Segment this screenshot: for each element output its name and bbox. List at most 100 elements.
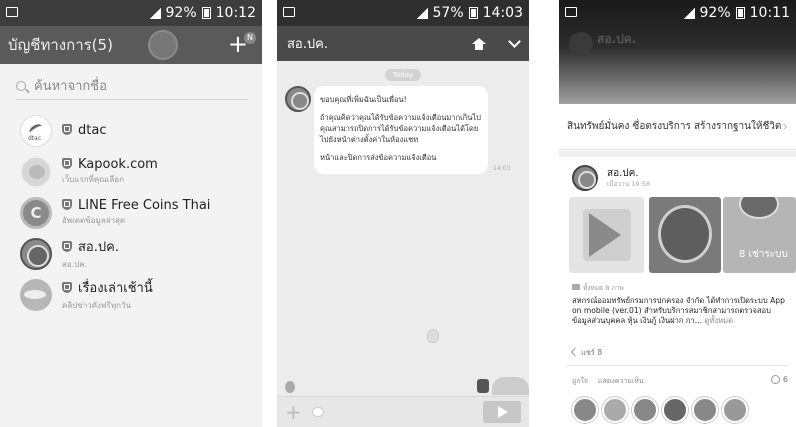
post-actions: ถูกใจ แสดงความเห็น [572, 376, 644, 387]
home-icon[interactable] [472, 37, 486, 50]
account-desc: สอ.ปค. [62, 260, 88, 269]
date-divider: Today [385, 69, 421, 81]
list-item[interactable]: Kapook.com เว็บแรกที่คุณเลือก [0, 151, 262, 192]
smile-icon [770, 375, 780, 384]
app-header: บัญชีทางการ(5) + N [0, 26, 262, 64]
list-item[interactable]: LINE Free Coins Thai อัพเดตข้อมูลล่าสุด [0, 192, 262, 233]
battery-percent: 92% [165, 5, 197, 21]
signal-icon [415, 7, 428, 19]
gallery-icon [6, 7, 18, 17]
like-button[interactable]: ถูกใจ [572, 376, 588, 387]
avatar[interactable] [572, 397, 598, 423]
avatar[interactable] [692, 397, 718, 423]
thumbnail-text: 8 เช่าระบบ [739, 249, 788, 260]
avatar [20, 155, 52, 188]
message-composer[interactable]: + [277, 396, 529, 427]
account-name: LINE Free Coins Thai [78, 198, 211, 213]
author-avatar[interactable] [572, 165, 598, 191]
post-body: สหกรณ์ออมทรัพย์กรมการปกครอง จำกัด ได้ทำก… [572, 296, 790, 326]
avatar[interactable] [662, 397, 688, 423]
camera-icon [572, 284, 580, 290]
message-line: ขอบคุณที่เพิ่มฉันเป็นเพื่อน! [320, 95, 407, 104]
search-icon [16, 80, 26, 91]
seal-emblem [658, 205, 712, 263]
account-list: dtac Kapook.com เว็บแรกที่คุณเลือก LINE F… [0, 110, 262, 315]
message-line: หน้าและปิดการส่งข้อความแจ้งเตือน [320, 153, 437, 162]
photo-thumbnail[interactable] [649, 197, 721, 273]
account-name: เรื่องเล่าเช้านี้ [78, 281, 153, 296]
chevron-right-icon: › [782, 118, 788, 135]
message-time: 14:03 [493, 165, 511, 172]
timeline-post: สอ.ปค. เมื่อวาน 19:58 8 เช่าระบบ ทั้งหมด… [559, 157, 796, 427]
add-icon[interactable]: + [285, 402, 302, 422]
see-all-link[interactable]: ดูทั้งหมด [704, 316, 733, 325]
signal-icon [148, 7, 161, 19]
account-name: Kapook.com [78, 157, 158, 172]
avatar[interactable] [722, 397, 748, 423]
avatar [20, 114, 52, 147]
clock: 10:12 [215, 5, 256, 21]
comment-button[interactable]: แสดงความเห็น [598, 376, 644, 387]
avatar[interactable] [632, 397, 658, 423]
send-button[interactable] [483, 401, 521, 423]
profile-avatar[interactable] [148, 30, 178, 60]
battery-icon [201, 7, 211, 19]
post-time: เมื่อวาน 19:58 [607, 180, 650, 188]
message-line: ถ้าคุณคิดว่าคุณได้รับข้อความแจ้งเตือนมาก… [320, 113, 481, 144]
sender-avatar[interactable] [285, 86, 311, 112]
avatar[interactable] [602, 397, 628, 423]
search-placeholder: ค้นหาจากชื่อ [34, 79, 107, 94]
chat-area[interactable]: Today ขอบคุณที่เพิ่มฉันเป็นเพื่อน! ถ้าคุ… [277, 61, 529, 396]
chevron-down-icon[interactable] [508, 34, 521, 48]
list-item[interactable]: สอ.ปค. สอ.ปค. [0, 233, 262, 274]
gallery-icon [283, 7, 295, 17]
official-shield-icon [62, 158, 72, 169]
photo-grid: 8 เช่าระบบ [569, 197, 796, 273]
message-bubble[interactable]: ขอบคุณที่เพิ่มฉันเป็นเพื่อน! ถ้าคุณคิดว่… [314, 86, 488, 174]
photo-count[interactable]: ทั้งหมด 8 ภาพ [572, 283, 624, 293]
page-title: บัญชีทางการ(5) [8, 36, 113, 54]
battery-percent: 57% [432, 5, 464, 21]
photo-thumbnail[interactable]: 8 เช่าระบบ [723, 197, 796, 273]
like-count[interactable]: 6 [770, 375, 788, 384]
avatar [20, 196, 52, 229]
clock: 14:03 [482, 5, 523, 21]
account-name: สอ.ปค. [78, 240, 119, 255]
account-desc: คลิปข่าวดังฟรีทุกวัน [62, 301, 131, 310]
status-bar: 57% 14:03 [277, 0, 529, 26]
chat-header: สอ.ปค. [277, 26, 529, 61]
account-desc: อัพเดตข้อมูลล่าสุด [62, 216, 126, 225]
slogan-banner[interactable]: สินทรัพย์มั่นคง ซื่อตรงบริการ สร้างรากฐา… [559, 104, 796, 150]
share-button[interactable]: แชร์ 8 [570, 347, 602, 359]
avatar [20, 237, 52, 270]
profile-avatar [569, 32, 593, 56]
official-shield-icon [62, 241, 72, 252]
liker-avatars [572, 397, 748, 423]
official-shield-icon [62, 124, 72, 135]
seal-emblem [739, 197, 779, 219]
drop-icon [285, 381, 295, 393]
account-desc: เว็บแรกที่คุณเลือก [62, 175, 124, 184]
sticker-icon[interactable] [311, 407, 324, 417]
official-shield-icon [62, 199, 72, 210]
gallery-icon [565, 7, 577, 17]
post-text: สหกรณ์ออมทรัพย์กรมการปกครอง จำกัด ได้ทำก… [572, 296, 785, 325]
battery-icon [735, 7, 745, 19]
official-shield-icon [62, 282, 72, 293]
photo-thumbnail[interactable] [569, 197, 644, 273]
chat-title: สอ.ปค. [287, 37, 328, 52]
new-badge: N [244, 32, 256, 44]
status-bar: 92% 10:11 [559, 0, 796, 26]
play-store-icon [589, 213, 621, 257]
share-icon [570, 347, 580, 357]
slogan-text: สินทรัพย์มั่นคง ซื่อตรงบริการ สร้างรากฐา… [567, 121, 782, 132]
screen-chat: 57% 14:03 สอ.ปค. Today ขอบคุณที่เพิ่มฉัน… [277, 0, 529, 427]
battery-icon [468, 7, 478, 19]
list-item[interactable]: dtac [0, 110, 262, 151]
cover-sign-text: สอ.ปค. [597, 32, 637, 46]
battery-percent: 92% [699, 5, 731, 21]
list-item[interactable]: เรื่องเล่าเช้านี้คลิปข่าวดังฟรีทุกวัน [0, 274, 262, 315]
search-input[interactable]: ค้นหาจากชื่อ [16, 72, 248, 100]
house-icon [492, 377, 529, 395]
clock: 10:11 [749, 5, 790, 21]
